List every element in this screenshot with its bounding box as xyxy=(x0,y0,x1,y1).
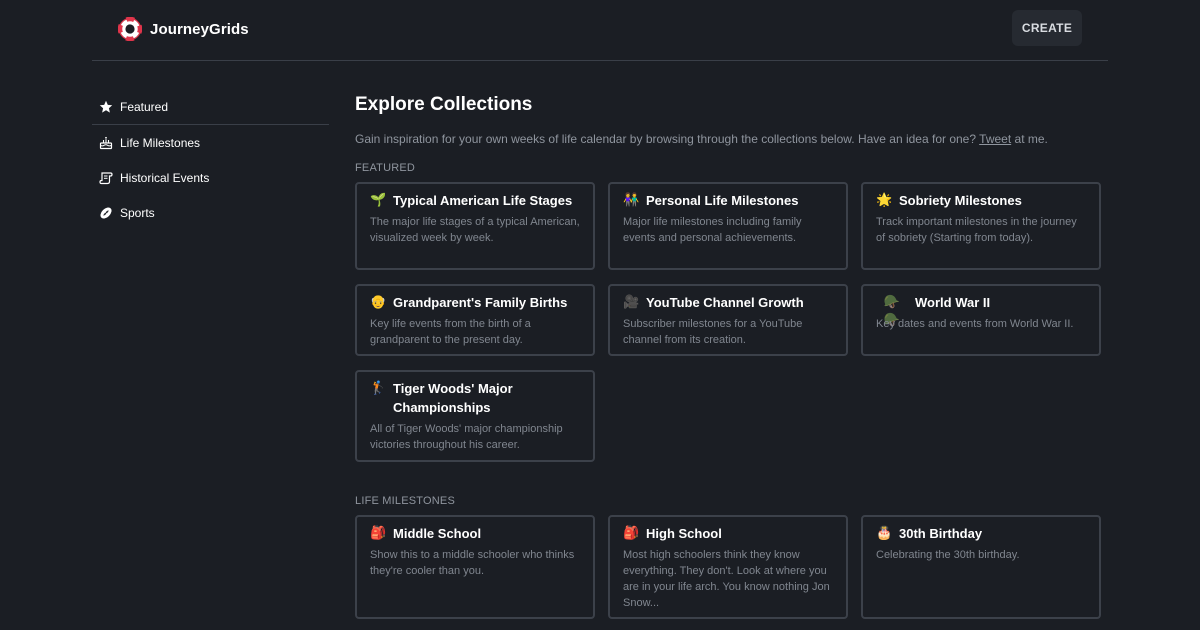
card-description: Track important milestones in the journe… xyxy=(876,216,1077,244)
seedling-icon: 🌱 xyxy=(370,192,387,207)
scroll-icon xyxy=(99,171,113,185)
card-description: Key dates and events from World War II. xyxy=(876,318,1074,330)
card-title: Personal Life Milestones xyxy=(646,193,799,208)
card-title: YouTube Channel Growth xyxy=(646,295,804,310)
glowing-star-icon: 🌟 xyxy=(876,192,893,207)
sidebar-item-label: Historical Events xyxy=(120,170,210,185)
star-icon xyxy=(99,100,113,114)
collection-card[interactable]: 🎂 30th Birthday Celebrating the 30th birt… xyxy=(861,515,1101,619)
collection-card[interactable]: 👴 Grandparent's Family Births Key life ev… xyxy=(355,284,595,356)
sidebar-item-label: Life Milestones xyxy=(120,135,201,150)
military-helmet-icon: 🪖🪖 xyxy=(883,294,901,327)
section-label-life-milestones: LIFE MILESTONES xyxy=(355,495,455,507)
collection-card[interactable]: 🎥 YouTube Channel Growth Subscriber miles… xyxy=(608,284,848,356)
golfer-icon: 🏌 xyxy=(370,380,387,395)
card-description: Most high schoolers think they know ever… xyxy=(623,549,830,609)
collection-card[interactable]: 🎒 High School Most high schoolers think t… xyxy=(608,515,848,619)
card-title: Typical American Life Stages xyxy=(393,193,573,208)
collection-card[interactable]: 🎒 Middle School Show this to a middle sch… xyxy=(355,515,595,619)
collection-card[interactable]: 🏌 Tiger Woods' Major Championships All of… xyxy=(355,370,595,462)
card-title: World War II xyxy=(915,295,991,310)
card-description: All of Tiger Woods' major championship v… xyxy=(370,423,563,451)
brand-name: JourneyGrids xyxy=(150,20,249,38)
life-milestones-grid: 🎒 Middle School Show this to a middle sch… xyxy=(355,515,1105,619)
sidebar-item-featured[interactable]: Featured xyxy=(92,89,329,125)
card-description: Major life milestones including family e… xyxy=(623,216,802,244)
card-description: Subscriber milestones for a YouTube chan… xyxy=(623,318,803,346)
sidebar-item-label: Sports xyxy=(120,205,155,220)
sidebar-nav: Featured Life Milestones Historical Even… xyxy=(92,89,329,230)
intro-text: Gain inspiration for your own weeks of l… xyxy=(355,131,1105,147)
card-title: Tiger Woods' Major Championships xyxy=(393,381,513,415)
collection-card[interactable]: 🪖🪖 World War II Key dates and events from… xyxy=(861,284,1101,356)
card-title: Grandparent's Family Births xyxy=(393,295,568,310)
football-icon xyxy=(99,206,113,220)
backpack-icon: 🎒 xyxy=(623,525,640,540)
featured-grid: 🌱 Typical American Life Stages The major … xyxy=(355,182,1105,462)
card-description: Key life events from the birth of a gran… xyxy=(370,318,531,346)
couple-icon: 👫 xyxy=(623,192,640,207)
intro-text-after: at me. xyxy=(1014,132,1048,146)
lifebuoy-logo-icon xyxy=(118,17,142,41)
page-title: Explore Collections xyxy=(355,94,533,115)
card-description: Celebrating the 30th birthday. xyxy=(876,549,1020,561)
card-title: Sobriety Milestones xyxy=(899,193,1022,208)
card-title: High School xyxy=(646,526,722,541)
sidebar-item-sports[interactable]: Sports xyxy=(92,195,329,230)
top-navbar: JourneyGrids CREATE xyxy=(92,0,1108,61)
backpack-icon: 🎒 xyxy=(370,525,387,540)
sidebar-item-life-milestones[interactable]: Life Milestones xyxy=(92,125,329,160)
sidebar-item-label: Featured xyxy=(120,99,169,114)
card-description: The major life stages of a typical Ameri… xyxy=(370,216,580,244)
collection-card[interactable]: 🌟 Sobriety Milestones Track important mil… xyxy=(861,182,1101,270)
sidebar-item-historical-events[interactable]: Historical Events xyxy=(92,160,329,195)
old-man-icon: 👴 xyxy=(370,294,387,309)
intro-text-before: Gain inspiration for your own weeks of l… xyxy=(355,132,977,146)
birthday-cake-icon: 🎂 xyxy=(876,525,893,540)
card-title: Middle School xyxy=(393,526,482,541)
section-label-featured: FEATURED xyxy=(355,162,416,174)
cake-icon xyxy=(99,136,113,150)
featured-section: FEATURED 🌱 Typical American Life Stages T… xyxy=(355,161,1105,462)
main-content: Explore Collections Gain inspiration for… xyxy=(355,90,1105,619)
collection-card[interactable]: 👫 Personal Life Milestones Major life mil… xyxy=(608,182,848,270)
card-description: Show this to a middle schooler who think… xyxy=(370,549,575,577)
card-title: 30th Birthday xyxy=(899,526,983,541)
tweet-link[interactable]: Tweet xyxy=(979,132,1011,146)
life-milestones-section: LIFE MILESTONES 🎒 Middle School Show this… xyxy=(355,494,1105,619)
collection-card[interactable]: 🌱 Typical American Life Stages The major … xyxy=(355,182,595,270)
create-button[interactable]: CREATE xyxy=(1012,10,1082,46)
movie-camera-icon: 🎥 xyxy=(623,294,640,309)
brand-link[interactable]: JourneyGrids xyxy=(118,16,249,42)
